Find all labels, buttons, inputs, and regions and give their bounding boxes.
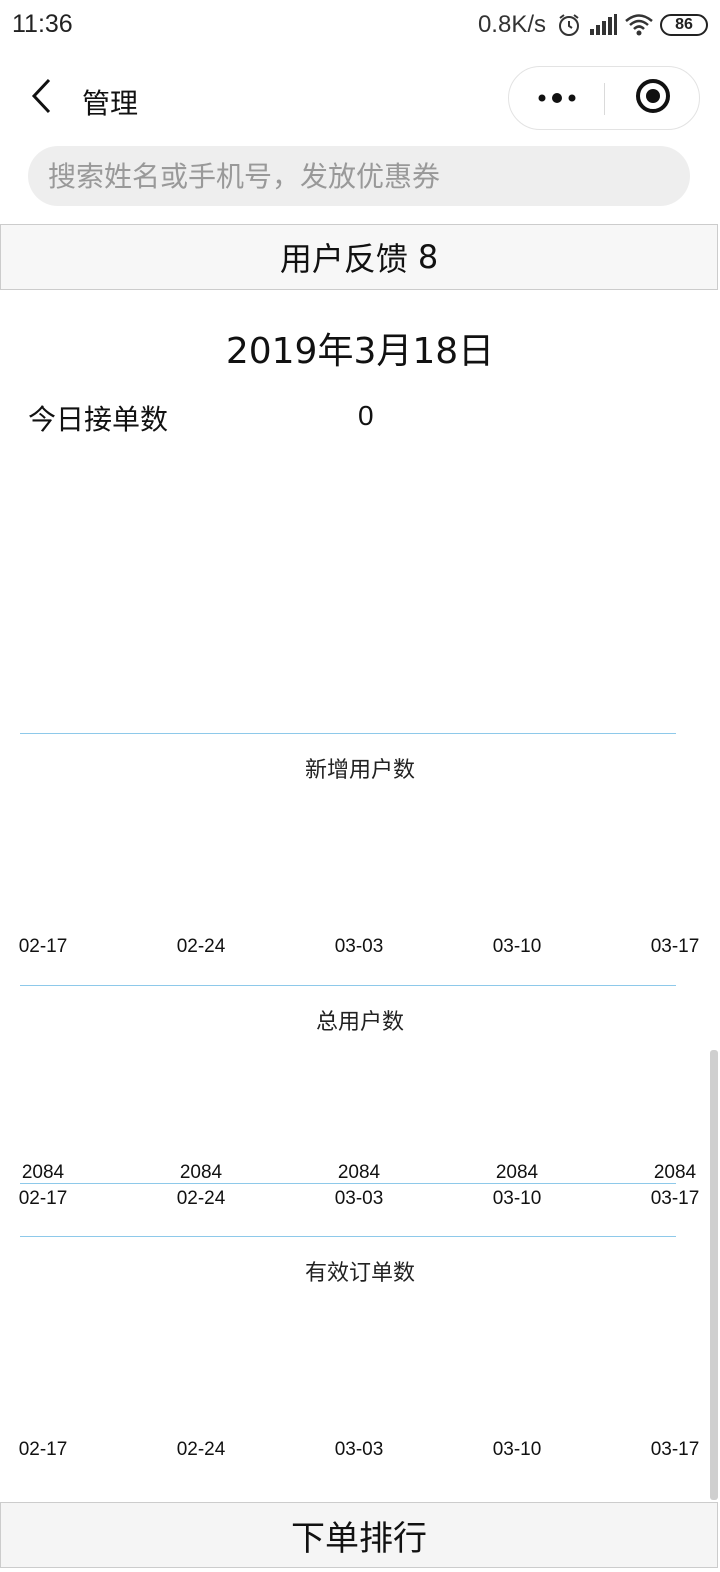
x-tick-label: 02-17	[19, 1439, 68, 1460]
more-dots-icon	[537, 89, 577, 108]
x-tick-label: 03-10	[493, 1439, 542, 1460]
close-button[interactable]	[605, 67, 700, 129]
chart-title-total-users: 总用户数	[315, 1010, 404, 1035]
data-label: 2084	[22, 1162, 65, 1183]
battery-level: 86	[675, 16, 693, 33]
data-label: 2084	[180, 1162, 223, 1183]
today-orders-value: 0	[358, 400, 374, 431]
alarm-icon	[556, 12, 582, 38]
today-orders-label: 今日接单数	[28, 403, 169, 436]
data-label: 2084	[654, 1162, 697, 1183]
report-date: 2019年3月18日	[225, 331, 495, 372]
battery-icon: 86	[660, 14, 708, 36]
feedback-label: 用户反馈	[279, 240, 408, 278]
nav-bar: 管理	[0, 60, 720, 136]
x-tick-label: 02-24	[177, 936, 226, 957]
chart-title-valid-orders: 有效订单数	[304, 1261, 415, 1286]
scrollbar[interactable]	[710, 1050, 718, 1500]
x-tick-label: 03-03	[335, 1439, 384, 1460]
x-tick-label: 02-24	[177, 1188, 226, 1209]
status-bar: 11:36 0.8K/s 86	[0, 0, 720, 52]
x-tick-label: 03-17	[651, 936, 700, 957]
x-tick-label: 03-10	[493, 936, 542, 957]
mini-program-capsule	[508, 66, 700, 130]
x-tick-label: 02-17	[19, 1188, 68, 1209]
x-tick-label: 03-03	[335, 1188, 384, 1209]
search-input[interactable]	[28, 146, 690, 206]
chart-title-new-users: 新增用户数	[304, 758, 415, 783]
chart-total-users: 2084 2084 2084 2084 2084 02-17 02-24 03-03 03-10…	[0, 972, 720, 1222]
order-ranking-button[interactable]: 下单排行	[0, 1502, 718, 1568]
x-tick-label: 03-17	[651, 1439, 700, 1460]
x-tick-label: 02-17	[19, 936, 68, 957]
chart-new-users: 02-17 02-24 03-03 03-10 03-17 新增用户数	[0, 720, 720, 970]
x-tick-label: 03-10	[493, 1188, 542, 1209]
target-close-icon	[634, 77, 672, 119]
feedback-count: 8	[417, 238, 439, 276]
signal-icon	[588, 13, 618, 37]
ranking-label: 下单排行	[291, 1518, 427, 1559]
x-tick-label: 03-03	[335, 936, 384, 957]
chart-valid-orders: 02-17 02-24 03-03 03-10 03-17 有效订单数	[0, 1223, 720, 1473]
more-button[interactable]	[509, 67, 604, 129]
status-time: 11:36	[12, 10, 73, 38]
user-feedback-button[interactable]: 用户反馈 8	[0, 224, 718, 290]
wifi-icon	[624, 13, 654, 37]
x-tick-label: 03-17	[651, 1188, 700, 1209]
data-label: 2084	[338, 1162, 381, 1183]
chevron-left-icon	[30, 78, 54, 118]
x-tick-label: 02-24	[177, 1439, 226, 1460]
status-right: 0.8K/s 86	[478, 8, 708, 42]
data-label: 2084	[496, 1162, 539, 1183]
back-button[interactable]	[20, 74, 64, 122]
net-speed: 0.8K/s	[477, 11, 546, 38]
page-title: 管理	[82, 87, 139, 120]
